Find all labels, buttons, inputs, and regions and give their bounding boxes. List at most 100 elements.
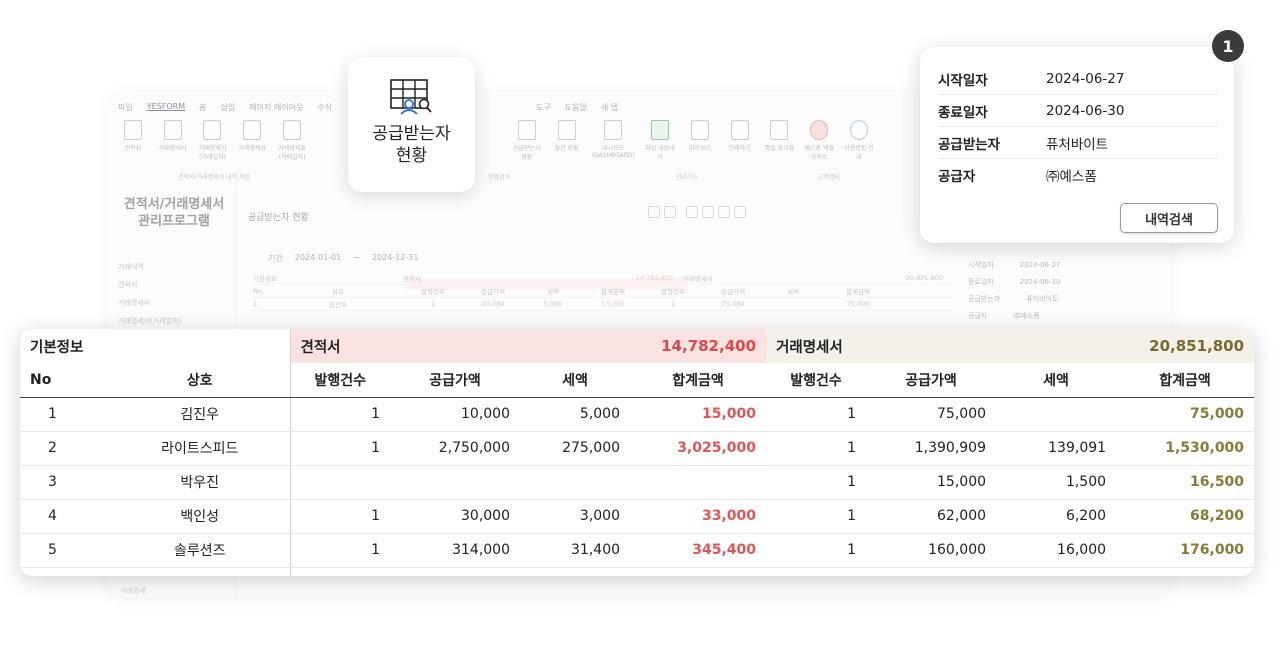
menu-item[interactable]: 도움말 — [565, 102, 587, 113]
search-field-recipient[interactable]: 공급받는자 퓨처바이트 — [938, 127, 1218, 159]
cell-est-total: 3,025,000 — [630, 431, 767, 466]
cell-est-total: 345,400 — [630, 533, 767, 568]
cell-stmt-total: 68,200 — [1116, 499, 1254, 534]
cell-est-count: 1 — [289, 533, 390, 568]
cell-est-tax: 3,000 — [520, 499, 631, 534]
dashboard-icon — [604, 120, 623, 140]
cell-stmt-total: 16,500 — [1116, 465, 1254, 500]
cell-no: 1 — [20, 397, 110, 432]
supplier-status-card[interactable]: 공급받는자 현황 — [348, 57, 475, 192]
search-history-button[interactable]: 내역검색 — [1120, 203, 1218, 233]
menu-item[interactable]: 홈 — [199, 102, 206, 113]
ribbon-button[interactable]: 파일 내보내기 — [643, 120, 677, 176]
ribbon-button[interactable]: 대시보드 (DASHBOARD) — [589, 120, 637, 176]
column-header: 공급가액 — [866, 363, 997, 398]
excel-icon — [651, 120, 670, 140]
sidebar-item[interactable]: 거래내역 — [118, 262, 144, 272]
down-icon[interactable] — [664, 206, 676, 218]
sidebar-item[interactable]: 견적서 — [118, 280, 137, 290]
ribbon-button[interactable]: 견적서 — [116, 120, 150, 176]
cell-stmt-tax: 139,091 — [996, 431, 1117, 466]
sidebar-item[interactable]: 거래명세 — [120, 586, 146, 596]
document-icon — [163, 120, 182, 140]
search-panel: 시작일자 2024-06-27 종료일자 2024-06-30 공급받는자 퓨처… — [920, 47, 1234, 243]
menu-item[interactable]: 수식 — [317, 102, 332, 113]
cell-stmt-count: 1 — [766, 465, 867, 500]
check-icon[interactable] — [734, 206, 746, 218]
cell-est-count — [289, 465, 390, 500]
ribbon-button[interactable]: 거래명세표 — [235, 120, 269, 176]
ribbon-button[interactable]: 파일 초기화 — [763, 120, 797, 176]
printer-icon[interactable] — [702, 206, 714, 218]
column-header: 발행건수 — [289, 363, 390, 398]
mini-group-row: 기본정보 견적서 14,782,400 거래명세서 20,851,800 — [253, 272, 953, 285]
table-row[interactable]: 5 솔루션즈 1 314,000 31,400 345,400 1 160,00… — [20, 533, 1254, 568]
cell-stmt-total: 176,000 — [1116, 533, 1254, 568]
supplier-status-label: 공급받는자 현황 — [372, 124, 451, 166]
ribbon-group-label: 견적서/거래명세서 내역 작성 — [178, 174, 251, 181]
menu-item[interactable]: 도구 — [536, 102, 551, 113]
cell-stmt-count: 1 — [766, 499, 867, 534]
people-icon — [517, 120, 536, 140]
menu-item[interactable]: 새 탭 — [601, 102, 618, 113]
ribbon-button[interactable]: 월간 현황 — [550, 120, 584, 176]
cell-est-count: 1 — [289, 431, 390, 466]
cell-est-tax: 31,400 — [520, 533, 631, 568]
menu-item[interactable]: YESFORM — [147, 102, 185, 113]
document-icon — [123, 120, 142, 140]
document-icon — [203, 120, 222, 140]
period-filter: 기간 2024-01-01 ~ 2024-12-31 — [268, 253, 419, 263]
cell-est-total — [630, 465, 767, 500]
column-header-row: No 상호 발행건수 공급가액 세액 합계금액 발행건수 공급가액 세액 합계금… — [20, 363, 1254, 398]
column-header: 합계금액 — [630, 363, 767, 398]
cell-stmt-supply: 160,000 — [866, 533, 997, 568]
cell-company: 김진우 — [110, 397, 290, 432]
info-icon — [850, 120, 869, 140]
sidebar-item[interactable]: 거래명세서 — [118, 298, 150, 308]
up-icon[interactable] — [648, 206, 660, 218]
table-person-search-icon — [389, 79, 432, 115]
ribbon-button[interactable]: 예스폼 엑셀공작소 — [802, 120, 836, 176]
ribbon-group-label: 현황검색 — [488, 174, 511, 181]
search-field-start-date[interactable]: 시작일자 2024-06-27 — [938, 63, 1218, 95]
mini-search-summary: 시작일자 2024-06-27 종료일자 2024-06-30 공급받는자 퓨처바이트… — [968, 261, 1061, 320]
table-row-empty — [20, 567, 1254, 576]
ribbon-button[interactable]: 사용방법 안내 — [842, 120, 876, 176]
ribbon-button[interactable]: 인쇄하기 — [723, 120, 757, 176]
cell-stmt-tax — [996, 397, 1117, 432]
group-basic-info: 기본정보 — [20, 329, 290, 363]
column-header: 공급가액 — [390, 363, 520, 398]
content-toolbar — [648, 206, 746, 218]
monitor-icon[interactable] — [686, 206, 698, 218]
cell-stmt-count: 1 — [766, 431, 867, 466]
table-row[interactable]: 1 김진우 1 10,000 5,000 15,000 1 75,000 75,… — [20, 397, 1254, 432]
cell-stmt-total: 1,530,000 — [1116, 431, 1254, 466]
search-field-supplier[interactable]: 공급자 ㈜예스폼 — [938, 159, 1218, 191]
cell-company: 라이트스피드 — [110, 431, 290, 466]
search-field-end-date[interactable]: 종료일자 2024-06-30 — [938, 95, 1218, 127]
table-row[interactable]: 3 박우진 1 15,000 1,500 16,500 — [20, 465, 1254, 500]
table-row[interactable]: 2 라이트스피드 1 2,750,000 275,000 3,025,000 1… — [20, 431, 1254, 466]
column-header: 발행건수 — [766, 363, 867, 398]
cell-est-count: 1 — [289, 397, 390, 432]
cell-est-total: 33,000 — [630, 499, 767, 534]
status-table: 기본정보 견적서 14,782,400 거래명세서 20,851,800 No … — [20, 329, 1254, 576]
ribbon-button[interactable]: 거래명세표 (거래일자) — [275, 120, 309, 176]
ribbon-button[interactable]: 공급받는자 현황 — [510, 120, 544, 176]
ribbon-button[interactable]: 거래명세서 — [156, 120, 190, 176]
menu-item[interactable]: 파일 — [118, 102, 133, 113]
menu-item[interactable]: 페이지 레이아웃 — [249, 102, 303, 113]
ribbon: 견적서 거래명세서 거래명세서 (거래일자) 거래명세표 거래명세표 (거래일자… — [116, 120, 876, 176]
trash-icon — [770, 120, 789, 140]
cell-stmt-tax: 16,000 — [996, 533, 1117, 568]
ribbon-button[interactable]: 거래명세서 (거래일자) — [196, 120, 230, 176]
menu-item[interactable]: 삽입 — [221, 102, 236, 113]
step-badge: 1 — [1212, 30, 1244, 62]
preview-icon — [690, 120, 709, 140]
printer-icon — [730, 120, 749, 140]
sidebar-item[interactable]: 거래명세서(거래일자) — [118, 316, 181, 326]
ribbon-button[interactable]: 미리보기 — [683, 120, 717, 176]
group-header-row: 기본정보 견적서 14,782,400 거래명세서 20,851,800 — [20, 329, 1254, 363]
download-icon[interactable] — [718, 206, 730, 218]
table-row[interactable]: 4 백인성 1 30,000 3,000 33,000 1 62,000 6,2… — [20, 499, 1254, 534]
